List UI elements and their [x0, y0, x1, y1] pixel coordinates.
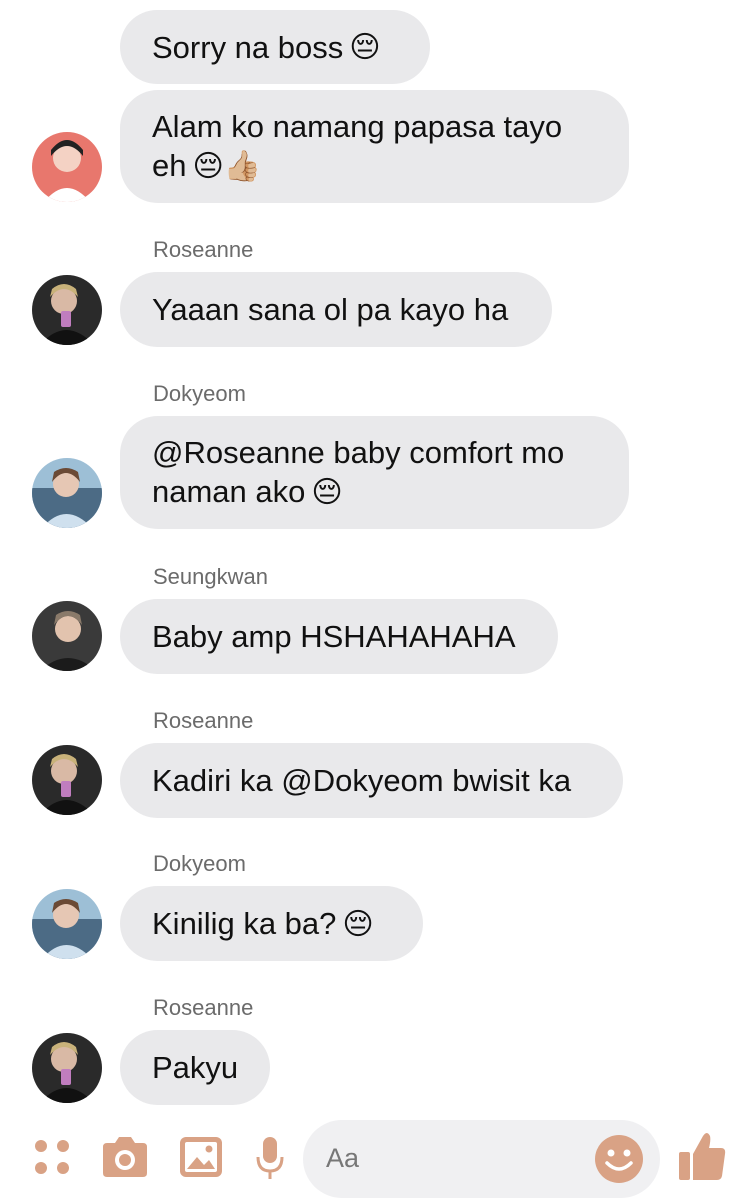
message-bubble[interactable]: Alam ko namang papasa tayo eh 😔👍🏼 — [120, 90, 629, 203]
camera-icon[interactable] — [101, 1135, 151, 1185]
avatar[interactable] — [32, 275, 102, 345]
avatar[interactable] — [32, 1033, 102, 1103]
avatar[interactable] — [32, 745, 102, 815]
sender-name: Roseanne — [153, 237, 254, 262]
message-bubble[interactable]: Kadiri ka @Dokyeom bwisit ka — [120, 743, 623, 818]
message-bubble[interactable]: Pakyu — [120, 1030, 270, 1105]
message-bubble[interactable]: @Roseanne baby comfort mo naman ako 😔 — [120, 416, 629, 529]
avatar[interactable] — [32, 889, 102, 959]
avatar[interactable] — [32, 601, 102, 671]
sender-name: Roseanne — [153, 708, 254, 733]
apps-icon[interactable] — [30, 1135, 80, 1185]
message-text: Kinilig ka ba? 😔 — [152, 905, 374, 941]
message-bubble[interactable]: Baby amp HSHAHAHAHA — [120, 599, 558, 674]
message-text: Yaaan sana ol pa kayo ha — [152, 292, 509, 327]
sender-name: Roseanne — [153, 995, 254, 1020]
message-input-placeholder: Aa — [326, 1143, 360, 1173]
emoji-icon: 😔 — [311, 476, 343, 509]
emoji-icon: 😔👍🏼 — [192, 150, 262, 183]
message-bubble[interactable]: Yaaan sana ol pa kayo ha — [120, 272, 552, 347]
sender-name: Seungkwan — [153, 564, 268, 589]
sender-name: Dokyeom — [153, 851, 246, 876]
sender-name: Dokyeom — [153, 381, 246, 406]
message-text: Kadiri ka @Dokyeom bwisit ka — [152, 763, 572, 798]
message-text: Pakyu — [152, 1050, 239, 1085]
avatar[interactable] — [32, 132, 102, 202]
avatar[interactable] — [32, 458, 102, 528]
microphone-icon[interactable] — [255, 1135, 305, 1185]
message-thread: Sorry na boss 😔 Alam ko namang papasa tay… — [0, 0, 743, 1110]
message-text: Baby amp HSHAHAHAHA — [152, 619, 516, 654]
message-bubble[interactable]: Kinilig ka ba? 😔 — [120, 886, 423, 961]
emoji-icon: 😔 — [342, 907, 374, 941]
emoji-icon: 😔 — [349, 30, 381, 64]
message-text: Sorry na boss — [152, 29, 344, 65]
thumbs-up-icon[interactable] — [677, 1130, 727, 1180]
message-bubble[interactable]: Sorry na boss 😔 — [120, 10, 430, 84]
message-text: Alam ko namang papasa tayo eh 😔👍🏼 — [152, 109, 563, 183]
gallery-icon[interactable] — [178, 1135, 228, 1185]
emoji-icon[interactable] — [594, 1134, 644, 1184]
message-text: @Roseanne baby comfort mo naman ako 😔 — [152, 435, 565, 509]
